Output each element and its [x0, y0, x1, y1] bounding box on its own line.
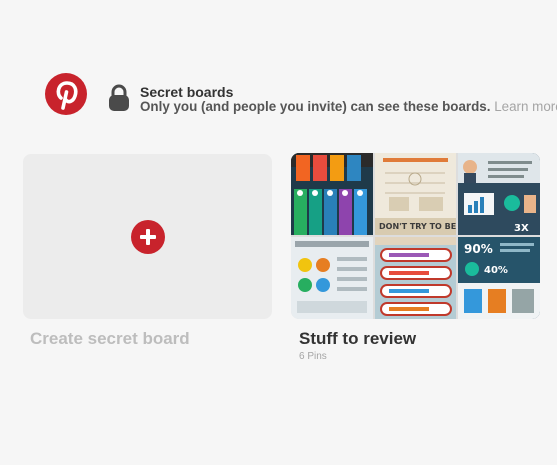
pinterest-logo-icon[interactable] — [44, 72, 88, 116]
cover-image-3: 3X — [458, 153, 540, 235]
cover-image-6: 90% 40% — [458, 237, 540, 319]
learn-more-link[interactable]: Learn more — [494, 99, 557, 114]
cover-image-4 — [291, 237, 373, 319]
cover-image-2: DON'T TRY TO BE ORIGINAL — [375, 153, 456, 235]
secret-boards-title: Secret boards — [140, 84, 234, 100]
cover-image-5 — [375, 237, 456, 319]
create-secret-board-label[interactable]: Create secret board — [30, 329, 190, 349]
cover-stat: 90% — [464, 242, 493, 256]
secret-boards-description: Only you (and people you invite) can see… — [140, 99, 557, 114]
board-pin-count: 6 Pins — [299, 351, 327, 362]
cover-stat: 3X — [514, 223, 529, 234]
lock-icon — [108, 84, 130, 112]
board-cover-stuff-to-review[interactable]: DON'T TRY TO BE ORIGINAL 3X — [291, 153, 540, 319]
board-title[interactable]: Stuff to review — [299, 329, 416, 349]
cover-text: DON'T TRY TO BE ORIGINAL — [379, 222, 456, 231]
cover-stat: 40% — [484, 265, 508, 276]
cover-image-1 — [291, 153, 373, 235]
plus-icon[interactable] — [131, 220, 165, 254]
secret-description-text: Only you (and people you invite) can see… — [140, 99, 491, 114]
